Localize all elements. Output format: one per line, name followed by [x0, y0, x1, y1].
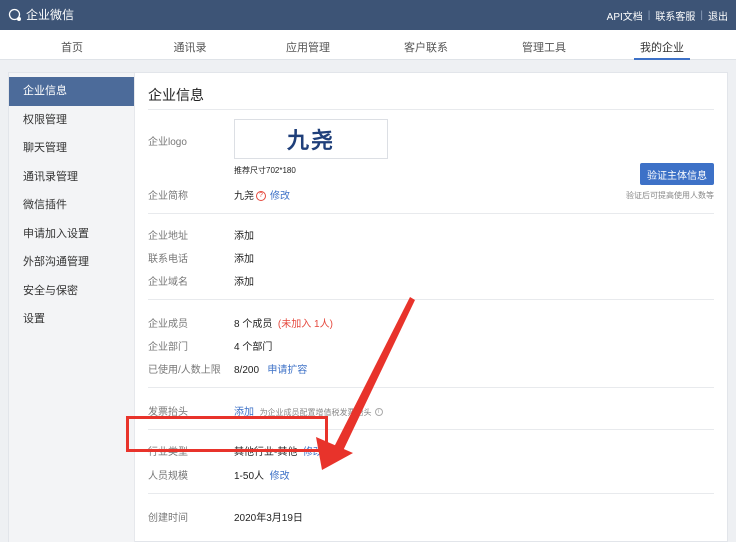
logout-link[interactable]: 退出	[708, 8, 728, 23]
domain-label: 企业域名	[148, 277, 188, 288]
edit-short-name-link[interactable]: 修改	[270, 191, 290, 202]
brand[interactable]: 企业微信	[8, 6, 74, 23]
departments-count[interactable]: 4 个部门	[234, 338, 272, 353]
scale-value-group: 1-50人 修改	[234, 467, 290, 482]
tab-home[interactable]: 首页	[32, 39, 112, 55]
divider	[148, 387, 714, 388]
members-unjoined-note[interactable]: (未加入 1人)	[278, 319, 333, 330]
members-count[interactable]: 8 个成员	[234, 319, 272, 330]
annotation-highlight-box	[126, 416, 328, 452]
tab-app-management[interactable]: 应用管理	[268, 39, 348, 55]
sidebar-item-join-settings[interactable]: 申请加入设置	[9, 220, 134, 249]
edit-scale-link[interactable]: 修改	[270, 471, 290, 482]
tab-management-tools[interactable]: 管理工具	[504, 39, 584, 55]
scale-value: 1-50人	[234, 471, 265, 482]
tab-my-enterprise[interactable]: 我的企业	[622, 39, 702, 60]
divider	[148, 299, 714, 300]
add-domain-link[interactable]: 添加	[234, 273, 254, 288]
short-name-value-group: 九尧? 修改	[234, 187, 290, 202]
add-phone-link[interactable]: 添加	[234, 250, 254, 265]
verify-note: 验证后可提高使用人数等	[626, 191, 714, 200]
created-label: 创建时间	[148, 513, 188, 524]
add-address-link[interactable]: 添加	[234, 227, 254, 242]
usage-value: 8/200	[234, 365, 260, 376]
active-tab-indicator	[634, 58, 690, 60]
tab-contacts[interactable]: 通讯录	[150, 39, 230, 55]
short-name-label: 企业简称	[148, 191, 188, 202]
sidebar-item-contacts[interactable]: 通讯录管理	[9, 163, 134, 192]
info-icon[interactable]: i	[374, 408, 383, 417]
sidebar-item-enterprise-info[interactable]: 企业信息	[9, 77, 134, 106]
app-title: 企业微信	[26, 8, 75, 22]
main-nav: 首页 通讯录 应用管理 客户联系 管理工具 我的企业	[0, 30, 736, 60]
logo-size-hint: 推荐尺寸702*180	[234, 166, 296, 175]
tab-customer-contact[interactable]: 客户联系	[386, 39, 466, 55]
divider: |	[647, 10, 651, 21]
sidebar-item-security[interactable]: 安全与保密	[9, 277, 134, 306]
divider: |	[700, 10, 703, 21]
members-value-group: 8 个成员 (未加入 1人)	[234, 315, 333, 330]
departments-label: 企业部门	[148, 342, 188, 353]
page-title: 企业信息	[148, 87, 204, 103]
created-value: 2020年3月19日	[234, 513, 303, 524]
divider	[148, 213, 714, 214]
tab-my-enterprise-label: 我的企业	[640, 42, 684, 54]
top-links: API文档 | 联系客服 | 退出	[607, 8, 728, 23]
api-docs-link[interactable]: API文档	[607, 8, 643, 23]
sidebar-item-permissions[interactable]: 权限管理	[9, 106, 134, 135]
logo-upload[interactable]: 九尧	[234, 119, 388, 159]
sidebar-item-chat[interactable]: 聊天管理	[9, 134, 134, 163]
usage-value-group: 8/200 申请扩容	[234, 361, 307, 376]
help-icon[interactable]: ?	[256, 191, 266, 202]
address-label: 企业地址	[148, 231, 188, 242]
sidebar-item-wechat-plugin[interactable]: 微信插件	[9, 191, 134, 220]
divider	[148, 493, 714, 494]
wecom-logo-icon	[8, 8, 21, 21]
sidebar-item-settings[interactable]: 设置	[9, 305, 134, 334]
members-label: 企业成员	[148, 319, 188, 330]
short-name-value: 九尧	[234, 191, 254, 202]
top-bar: 企业微信 API文档 | 联系客服 | 退出	[0, 0, 736, 30]
logo-label: 企业logo	[148, 137, 187, 148]
divider	[148, 109, 714, 110]
logo-text: 九尧	[286, 128, 335, 153]
usage-label: 已使用/人数上限	[148, 365, 221, 376]
verify-entity-button[interactable]: 验证主体信息	[640, 163, 714, 185]
sidebar-item-external[interactable]: 外部沟通管理	[9, 248, 134, 277]
support-link[interactable]: 联系客服	[655, 8, 695, 23]
phone-label: 联系电话	[148, 254, 188, 265]
scale-label: 人员规模	[148, 471, 188, 482]
main-panel: 企业信息 权限管理 聊天管理 通讯录管理 微信插件 申请加入设置 外部沟通管理 …	[8, 72, 728, 542]
sidebar: 企业信息 权限管理 聊天管理 通讯录管理 微信插件 申请加入设置 外部沟通管理 …	[9, 73, 135, 542]
expand-capacity-link[interactable]: 申请扩容	[267, 365, 307, 376]
